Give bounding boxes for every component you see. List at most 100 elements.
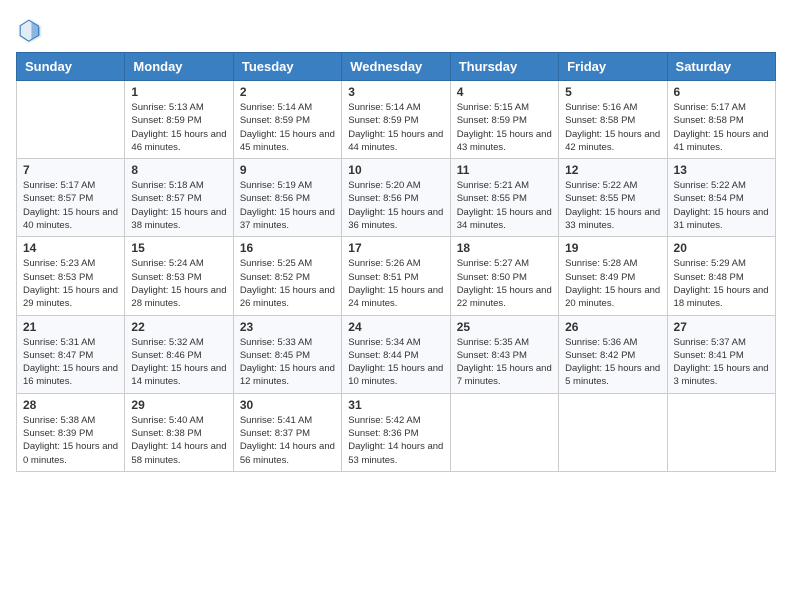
weekday-header-wednesday: Wednesday — [342, 53, 450, 81]
calendar-cell: 29 Sunrise: 5:40 AMSunset: 8:38 PMDayligh… — [125, 393, 233, 471]
calendar-week-row: 7 Sunrise: 5:17 AMSunset: 8:57 PMDaylight… — [17, 159, 776, 237]
calendar-cell — [17, 81, 125, 159]
calendar-cell: 28 Sunrise: 5:38 AMSunset: 8:39 PMDayligh… — [17, 393, 125, 471]
calendar-cell: 15 Sunrise: 5:24 AMSunset: 8:53 PMDayligh… — [125, 237, 233, 315]
calendar-cell: 11 Sunrise: 5:21 AMSunset: 8:55 PMDayligh… — [450, 159, 558, 237]
calendar-cell: 30 Sunrise: 5:41 AMSunset: 8:37 PMDayligh… — [233, 393, 341, 471]
calendar-cell: 25 Sunrise: 5:35 AMSunset: 8:43 PMDayligh… — [450, 315, 558, 393]
day-info: Sunrise: 5:16 AMSunset: 8:58 PMDaylight:… — [565, 101, 660, 154]
day-info: Sunrise: 5:22 AMSunset: 8:55 PMDaylight:… — [565, 179, 660, 232]
day-info: Sunrise: 5:29 AMSunset: 8:48 PMDaylight:… — [674, 257, 769, 310]
day-number: 8 — [131, 163, 226, 177]
day-number: 18 — [457, 241, 552, 255]
day-info: Sunrise: 5:38 AMSunset: 8:39 PMDaylight:… — [23, 414, 118, 467]
calendar-week-row: 14 Sunrise: 5:23 AMSunset: 8:53 PMDayligh… — [17, 237, 776, 315]
day-number: 6 — [674, 85, 769, 99]
day-info: Sunrise: 5:27 AMSunset: 8:50 PMDaylight:… — [457, 257, 552, 310]
calendar-cell: 1 Sunrise: 5:13 AMSunset: 8:59 PMDaylight… — [125, 81, 233, 159]
calendar-cell — [559, 393, 667, 471]
calendar-cell: 10Sunrise: 5:20 AMSunset: 8:56 PMDayligh… — [342, 159, 450, 237]
day-info: Sunrise: 5:34 AMSunset: 8:44 PMDaylight:… — [348, 336, 443, 389]
day-info: Sunrise: 5:23 AMSunset: 8:53 PMDaylight:… — [23, 257, 118, 310]
calendar-cell: 12 Sunrise: 5:22 AMSunset: 8:55 PMDayligh… — [559, 159, 667, 237]
calendar-cell: 7 Sunrise: 5:17 AMSunset: 8:57 PMDaylight… — [17, 159, 125, 237]
calendar-cell: 21Sunrise: 5:31 AMSunset: 8:47 PMDayligh… — [17, 315, 125, 393]
calendar-cell: 14 Sunrise: 5:23 AMSunset: 8:53 PMDayligh… — [17, 237, 125, 315]
weekday-header-monday: Monday — [125, 53, 233, 81]
weekday-header-friday: Friday — [559, 53, 667, 81]
weekday-header-tuesday: Tuesday — [233, 53, 341, 81]
day-info: Sunrise: 5:21 AMSunset: 8:55 PMDaylight:… — [457, 179, 552, 232]
weekday-header-sunday: Sunday — [17, 53, 125, 81]
day-info: Sunrise: 5:37 AMSunset: 8:41 PMDaylight:… — [674, 336, 769, 389]
day-info: Sunrise: 5:13 AMSunset: 8:59 PMDaylight:… — [131, 101, 226, 154]
calendar-week-row: 1 Sunrise: 5:13 AMSunset: 8:59 PMDaylight… — [17, 81, 776, 159]
day-info: Sunrise: 5:24 AMSunset: 8:53 PMDaylight:… — [131, 257, 226, 310]
calendar-week-row: 21Sunrise: 5:31 AMSunset: 8:47 PMDayligh… — [17, 315, 776, 393]
calendar-cell: 3Sunrise: 5:14 AMSunset: 8:59 PMDaylight… — [342, 81, 450, 159]
day-number: 26 — [565, 320, 660, 334]
day-info: Sunrise: 5:18 AMSunset: 8:57 PMDaylight:… — [131, 179, 226, 232]
day-number: 3 — [348, 85, 443, 99]
calendar-week-row: 28 Sunrise: 5:38 AMSunset: 8:39 PMDayligh… — [17, 393, 776, 471]
calendar-cell: 31Sunrise: 5:42 AMSunset: 8:36 PMDayligh… — [342, 393, 450, 471]
calendar-cell: 18 Sunrise: 5:27 AMSunset: 8:50 PMDayligh… — [450, 237, 558, 315]
day-number: 1 — [131, 85, 226, 99]
day-number: 31 — [348, 398, 443, 412]
day-info: Sunrise: 5:32 AMSunset: 8:46 PMDaylight:… — [131, 336, 226, 389]
weekday-header-thursday: Thursday — [450, 53, 558, 81]
day-number: 30 — [240, 398, 335, 412]
day-number: 15 — [131, 241, 226, 255]
calendar-cell: 19 Sunrise: 5:28 AMSunset: 8:49 PMDayligh… — [559, 237, 667, 315]
day-number: 2 — [240, 85, 335, 99]
day-info: Sunrise: 5:33 AMSunset: 8:45 PMDaylight:… — [240, 336, 335, 389]
day-info: Sunrise: 5:15 AMSunset: 8:59 PMDaylight:… — [457, 101, 552, 154]
day-number: 23 — [240, 320, 335, 334]
calendar-cell: 4 Sunrise: 5:15 AMSunset: 8:59 PMDaylight… — [450, 81, 558, 159]
day-info: Sunrise: 5:40 AMSunset: 8:38 PMDaylight:… — [131, 414, 226, 467]
day-number: 29 — [131, 398, 226, 412]
calendar-cell: 6 Sunrise: 5:17 AMSunset: 8:58 PMDaylight… — [667, 81, 775, 159]
day-number: 17 — [348, 241, 443, 255]
calendar-table: SundayMondayTuesdayWednesdayThursdayFrid… — [16, 52, 776, 472]
day-info: Sunrise: 5:41 AMSunset: 8:37 PMDaylight:… — [240, 414, 335, 467]
day-number: 5 — [565, 85, 660, 99]
calendar-cell: 13Sunrise: 5:22 AMSunset: 8:54 PMDayligh… — [667, 159, 775, 237]
day-info: Sunrise: 5:20 AMSunset: 8:56 PMDaylight:… — [348, 179, 443, 232]
calendar-cell: 22 Sunrise: 5:32 AMSunset: 8:46 PMDayligh… — [125, 315, 233, 393]
calendar-cell: 24 Sunrise: 5:34 AMSunset: 8:44 PMDayligh… — [342, 315, 450, 393]
calendar-cell: 2Sunrise: 5:14 AMSunset: 8:59 PMDaylight… — [233, 81, 341, 159]
day-info: Sunrise: 5:19 AMSunset: 8:56 PMDaylight:… — [240, 179, 335, 232]
day-info: Sunrise: 5:35 AMSunset: 8:43 PMDaylight:… — [457, 336, 552, 389]
day-info: Sunrise: 5:26 AMSunset: 8:51 PMDaylight:… — [348, 257, 443, 310]
calendar-cell: 27 Sunrise: 5:37 AMSunset: 8:41 PMDayligh… — [667, 315, 775, 393]
calendar-cell: 16 Sunrise: 5:25 AMSunset: 8:52 PMDayligh… — [233, 237, 341, 315]
calendar-cell: 20Sunrise: 5:29 AMSunset: 8:48 PMDayligh… — [667, 237, 775, 315]
day-number: 28 — [23, 398, 118, 412]
calendar-cell — [667, 393, 775, 471]
weekday-header-saturday: Saturday — [667, 53, 775, 81]
day-number: 12 — [565, 163, 660, 177]
day-info: Sunrise: 5:17 AMSunset: 8:58 PMDaylight:… — [674, 101, 769, 154]
weekday-header-row: SundayMondayTuesdayWednesdayThursdayFrid… — [17, 53, 776, 81]
day-info: Sunrise: 5:17 AMSunset: 8:57 PMDaylight:… — [23, 179, 118, 232]
day-number: 4 — [457, 85, 552, 99]
calendar-cell: 17 Sunrise: 5:26 AMSunset: 8:51 PMDayligh… — [342, 237, 450, 315]
day-number: 7 — [23, 163, 118, 177]
calendar-cell: 23 Sunrise: 5:33 AMSunset: 8:45 PMDayligh… — [233, 315, 341, 393]
day-number: 9 — [240, 163, 335, 177]
day-info: Sunrise: 5:28 AMSunset: 8:49 PMDaylight:… — [565, 257, 660, 310]
day-number: 27 — [674, 320, 769, 334]
day-number: 19 — [565, 241, 660, 255]
page-header — [16, 16, 776, 44]
day-number: 14 — [23, 241, 118, 255]
day-number: 25 — [457, 320, 552, 334]
day-number: 16 — [240, 241, 335, 255]
logo — [16, 16, 48, 44]
day-number: 22 — [131, 320, 226, 334]
day-number: 11 — [457, 163, 552, 177]
logo-icon — [16, 16, 44, 44]
day-info: Sunrise: 5:22 AMSunset: 8:54 PMDaylight:… — [674, 179, 769, 232]
day-number: 24 — [348, 320, 443, 334]
day-info: Sunrise: 5:25 AMSunset: 8:52 PMDaylight:… — [240, 257, 335, 310]
